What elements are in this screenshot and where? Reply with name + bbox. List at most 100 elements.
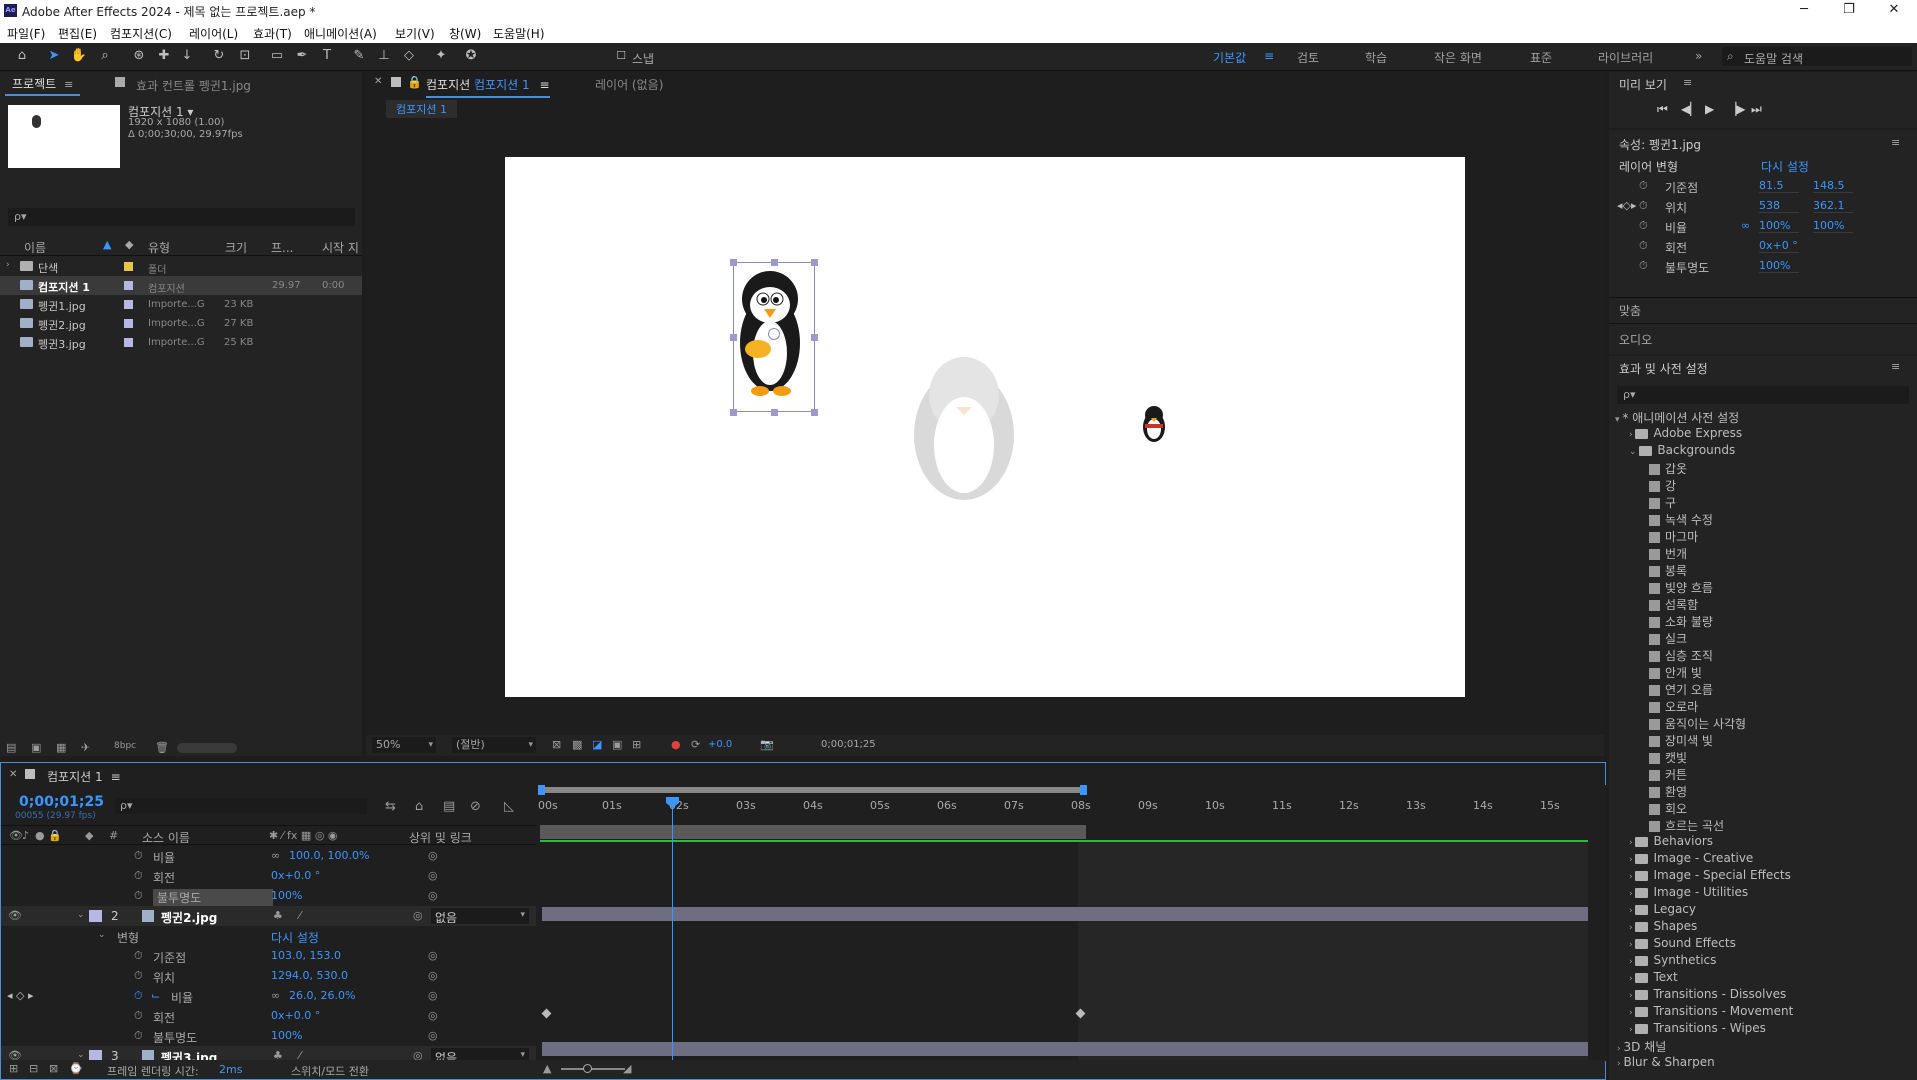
preset-item[interactable]: 봉록	[1649, 562, 1687, 579]
stopwatch-icon[interactable]: ⏱	[1639, 259, 1648, 273]
transform-handle[interactable]	[811, 334, 818, 341]
col-parent-link[interactable]: 상위 및 링크	[409, 829, 472, 846]
expression-icon[interactable]: ◎	[428, 1009, 438, 1022]
property-value[interactable]: 26.0, 26.0%	[289, 989, 355, 1002]
preset-item[interactable]: 구	[1649, 494, 1676, 511]
preview-menu-icon[interactable]: ≡	[1683, 76, 1692, 89]
timeline-zoom-slider[interactable]	[561, 1068, 625, 1070]
effects-folder-item[interactable]: › Text	[1629, 970, 1678, 987]
effects-menu-icon[interactable]: ≡	[1891, 360, 1900, 373]
preset-item[interactable]: 캣빛	[1649, 749, 1687, 766]
pick-whip-icon[interactable]: ◎	[413, 909, 423, 922]
stopwatch-icon[interactable]: ⏱	[134, 989, 143, 1003]
play-icon[interactable]: ▶	[1705, 102, 1714, 116]
graph-editor-icon[interactable]: ◺	[504, 799, 514, 814]
keyframe-scale-start[interactable]	[541, 1008, 552, 1019]
transform-property-row[interactable]: ⏱ 회전 0x+0 °	[1609, 236, 1917, 256]
thumbnail-zoom-slider[interactable]	[177, 743, 237, 753]
stopwatch-icon[interactable]: ⏱	[134, 1009, 143, 1023]
transform-value-1[interactable]: 100%	[1759, 259, 1799, 273]
col-fps[interactable]: 프...	[271, 239, 293, 256]
playhead-line[interactable]	[672, 807, 673, 1061]
preset-item[interactable]: 강	[1649, 477, 1676, 494]
preset-item[interactable]: 연기 오름	[1649, 681, 1713, 698]
workspace-default[interactable]: 기본값	[1213, 49, 1246, 66]
fast-previews-icon[interactable]: ⊠	[552, 738, 561, 751]
constrain-proportions-icon[interactable]: ∞	[271, 849, 280, 862]
col-start[interactable]: 시작 지	[322, 239, 359, 256]
previous-frame-icon[interactable]: ◀▏	[1681, 102, 1699, 116]
draft-3d-icon[interactable]: ⌂	[415, 799, 423, 814]
timeline-layer-row[interactable]: 👁 ⌄ 2 펭귄2.jpg ♣ ⁄ ◎ 없음 ▾	[1, 906, 536, 926]
tab-timeline[interactable]: 컴포지션 1 ≡	[47, 768, 121, 785]
tab-project[interactable]: 프로젝트 ≡	[5, 74, 81, 96]
property-value[interactable]: 100.0, 100.0%	[289, 849, 369, 862]
pan-behind-tool-icon[interactable]: ⊡	[236, 47, 254, 65]
preset-item[interactable]: 녹색 수정	[1649, 511, 1713, 528]
channel-rgb-icon[interactable]: ●	[671, 738, 681, 751]
render-queue-icon[interactable]: ✈	[81, 741, 90, 754]
preset-item[interactable]: 심층 조직	[1649, 647, 1713, 664]
preset-item[interactable]: 마그마	[1649, 528, 1698, 545]
close-button[interactable]: ✕	[1871, 0, 1917, 21]
expand-arrow-icon[interactable]: ⌄	[98, 930, 106, 940]
interpret-footage-icon[interactable]: ▤	[6, 741, 16, 754]
workspace-standard[interactable]: 표준	[1530, 49, 1552, 66]
time-navigator[interactable]	[540, 787, 1084, 793]
render-time-toggle-icon[interactable]: ⌚	[69, 1062, 83, 1075]
transform-handle[interactable]	[771, 409, 778, 416]
eye-icon[interactable]: 👁	[8, 909, 22, 922]
expression-icon[interactable]: ◎	[428, 989, 438, 1002]
transform-value-1[interactable]: 100%	[1759, 219, 1799, 233]
stopwatch-icon[interactable]: ⏱	[134, 849, 143, 863]
align-section[interactable]: 맞춤	[1619, 302, 1641, 319]
effects-folder-item[interactable]: › Synthetics	[1629, 953, 1716, 970]
penguin-3-layer[interactable]	[1141, 404, 1167, 444]
help-search-field[interactable]: ⌕ 도움말 검색	[1722, 47, 1912, 66]
reset-transform-link[interactable]: 다시 설정	[1761, 158, 1809, 175]
puppet-tool-icon[interactable]: ✪	[462, 47, 480, 65]
workspace-learn[interactable]: 학습	[1365, 49, 1387, 66]
mask-visibility-icon[interactable]: ◪	[592, 738, 602, 751]
zoom-in-icon[interactable]: ◢	[623, 1062, 631, 1075]
effects-folder-item[interactable]: › Transitions - Wipes	[1629, 1021, 1766, 1038]
stopwatch-icon[interactable]: ⏱	[134, 889, 143, 903]
expression-icon[interactable]: ◎	[428, 949, 438, 962]
region-of-interest-icon[interactable]: ▣	[612, 738, 622, 751]
preset-item[interactable]: 커튼	[1649, 766, 1687, 783]
effects-folder-item[interactable]: › 3D 채널	[1617, 1038, 1666, 1055]
graph-icon[interactable]: ⌙	[151, 989, 160, 1002]
menu-window[interactable]: 창(W)	[449, 25, 481, 42]
expression-icon[interactable]: ◎	[428, 969, 438, 982]
viewer-timecode[interactable]: 0;00;01;25	[821, 739, 876, 750]
menu-effect[interactable]: 효과(T)	[253, 25, 292, 42]
tab-composition[interactable]: 컴포지션 컴포지션 1 ≡	[426, 76, 550, 98]
selection-tool-icon[interactable]: ➤	[45, 47, 63, 65]
brush-tool-icon[interactable]: ✎	[350, 47, 368, 65]
eraser-tool-icon[interactable]: ◇	[400, 47, 418, 65]
transform-handle[interactable]	[811, 259, 818, 266]
transform-handle[interactable]	[730, 334, 737, 341]
bit-depth-button[interactable]: 8bpc	[114, 741, 136, 751]
timeline-property-row[interactable]: ⏱ 위치 1294.0, 530.0 ◎	[1, 966, 536, 986]
preset-item[interactable]: 안개 빛	[1649, 664, 1702, 681]
timeline-property-row[interactable]: ◂ ◇ ▸ ⏱ ⌙ 비율 ∞ 26.0, 26.0% ◎	[1, 986, 536, 1006]
property-value[interactable]: 0x+0.0 °	[271, 1009, 320, 1022]
project-item[interactable]: › 단색 폴더	[0, 257, 362, 276]
transform-handle[interactable]	[811, 409, 818, 416]
timeline-property-row[interactable]: ⏱ 비율 ∞ 100.0, 100.0% ◎	[1, 846, 536, 866]
last-frame-icon[interactable]: ⏭	[1751, 102, 1762, 117]
layer-3-bar[interactable]	[542, 1042, 1588, 1056]
effects-folder-item[interactable]: › Image - Special Effects	[1629, 868, 1791, 885]
pen-tool-icon[interactable]: ✒	[293, 47, 311, 65]
zoom-out-icon[interactable]: ▲	[543, 1062, 551, 1075]
col-source-name[interactable]: 소스 이름	[142, 829, 190, 846]
layer-2-bar[interactable]	[542, 907, 1588, 921]
reset-link[interactable]: 다시 설정	[271, 929, 319, 946]
layer-label-swatch[interactable]	[89, 910, 102, 922]
stopwatch-icon[interactable]: ⏱	[134, 1029, 143, 1043]
more-workspaces-icon[interactable]: »	[1695, 49, 1702, 63]
in-out-toggle-icon[interactable]: ⊠	[49, 1062, 58, 1075]
rotate-tool-icon[interactable]: ↻	[210, 47, 228, 65]
current-timecode[interactable]: 0;00;01;25	[19, 794, 104, 810]
